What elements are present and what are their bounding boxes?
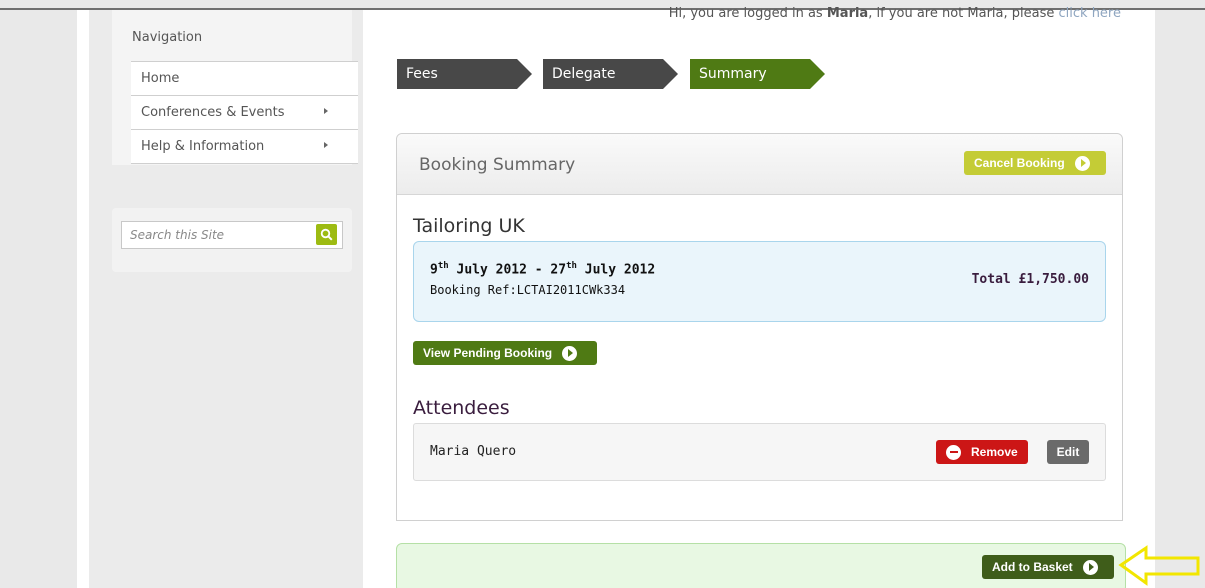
login-greeting: Hi, you are logged in as Maria, if you a…	[669, 6, 1121, 21]
nav-item-label: Help & Information	[141, 139, 265, 154]
arrow-right-circle-icon	[562, 345, 578, 361]
nav-item-help-information[interactable]: Help & Information	[131, 130, 358, 164]
minus-circle-icon	[946, 444, 961, 460]
add-to-basket-label: Add to Basket	[992, 560, 1073, 574]
page-left-edge	[77, 10, 89, 588]
search-icon	[320, 228, 333, 241]
search-input[interactable]	[121, 221, 343, 249]
cancel-booking-label: Cancel Booking	[974, 156, 1065, 170]
greeting-username: Maria	[826, 6, 869, 21]
event-title: Tailoring UK	[413, 215, 525, 237]
attendees-title: Attendees	[413, 397, 510, 419]
remove-attendee-button[interactable]: Remove	[936, 440, 1028, 464]
start-rest: July 2012 -	[448, 262, 551, 278]
step-fees[interactable]: Fees	[397, 59, 532, 89]
edit-attendee-button[interactable]: Edit	[1047, 440, 1089, 464]
nav-item-conferences-events[interactable]: Conferences & Events	[131, 96, 358, 130]
view-pending-booking-label: View Pending Booking	[423, 346, 553, 360]
edit-label: Edit	[1056, 445, 1080, 459]
attendee-row: Maria Quero Remove Edit	[413, 423, 1106, 481]
arrow-right-circle-icon	[1074, 155, 1090, 171]
navigation-list: Home Conferences & Events Help & Informa…	[131, 61, 358, 164]
add-to-basket-button[interactable]: Add to Basket	[982, 555, 1114, 579]
event-dates: 9th July 2012 - 27th July 2012	[430, 261, 655, 277]
start-day: 9	[430, 262, 438, 278]
step-summary: Summary	[690, 59, 825, 89]
navigation-title: Navigation	[132, 30, 203, 45]
greeting-prefix: Hi, you are logged in as	[668, 6, 823, 21]
nav-item-home[interactable]: Home	[131, 62, 358, 96]
end-rest: July 2012	[576, 262, 656, 278]
not-you-link[interactable]: click here	[1059, 6, 1121, 21]
view-pending-booking-button[interactable]: View Pending Booking	[413, 341, 597, 365]
step-delegate[interactable]: Delegate	[543, 59, 678, 89]
end-day-suffix: th	[566, 261, 577, 271]
booking-total: Total £1,750.00	[971, 272, 1089, 287]
arrow-right-circle-icon	[1082, 559, 1098, 575]
greeting-middle: , if you are not Maria, please	[868, 6, 1055, 21]
chevron-right-icon	[324, 142, 328, 148]
end-day: 27	[550, 262, 567, 278]
nav-item-label: Conferences & Events	[141, 105, 285, 120]
nav-item-label: Home	[141, 71, 180, 86]
event-details-box: 9th July 2012 - 27th July 2012 Booking R…	[413, 241, 1106, 322]
chevron-right-icon	[324, 108, 328, 114]
booking-reference: Booking Ref:LCTAI2011CWk334	[430, 283, 626, 297]
booking-summary-title: Booking Summary	[419, 155, 576, 175]
search-button[interactable]	[316, 224, 337, 245]
arrow-left-icon	[1118, 545, 1200, 586]
start-day-suffix: th	[437, 261, 449, 271]
cancel-booking-button[interactable]: Cancel Booking	[964, 151, 1106, 175]
remove-label: Remove	[971, 445, 1018, 459]
attendee-name: Maria Quero	[430, 444, 517, 459]
